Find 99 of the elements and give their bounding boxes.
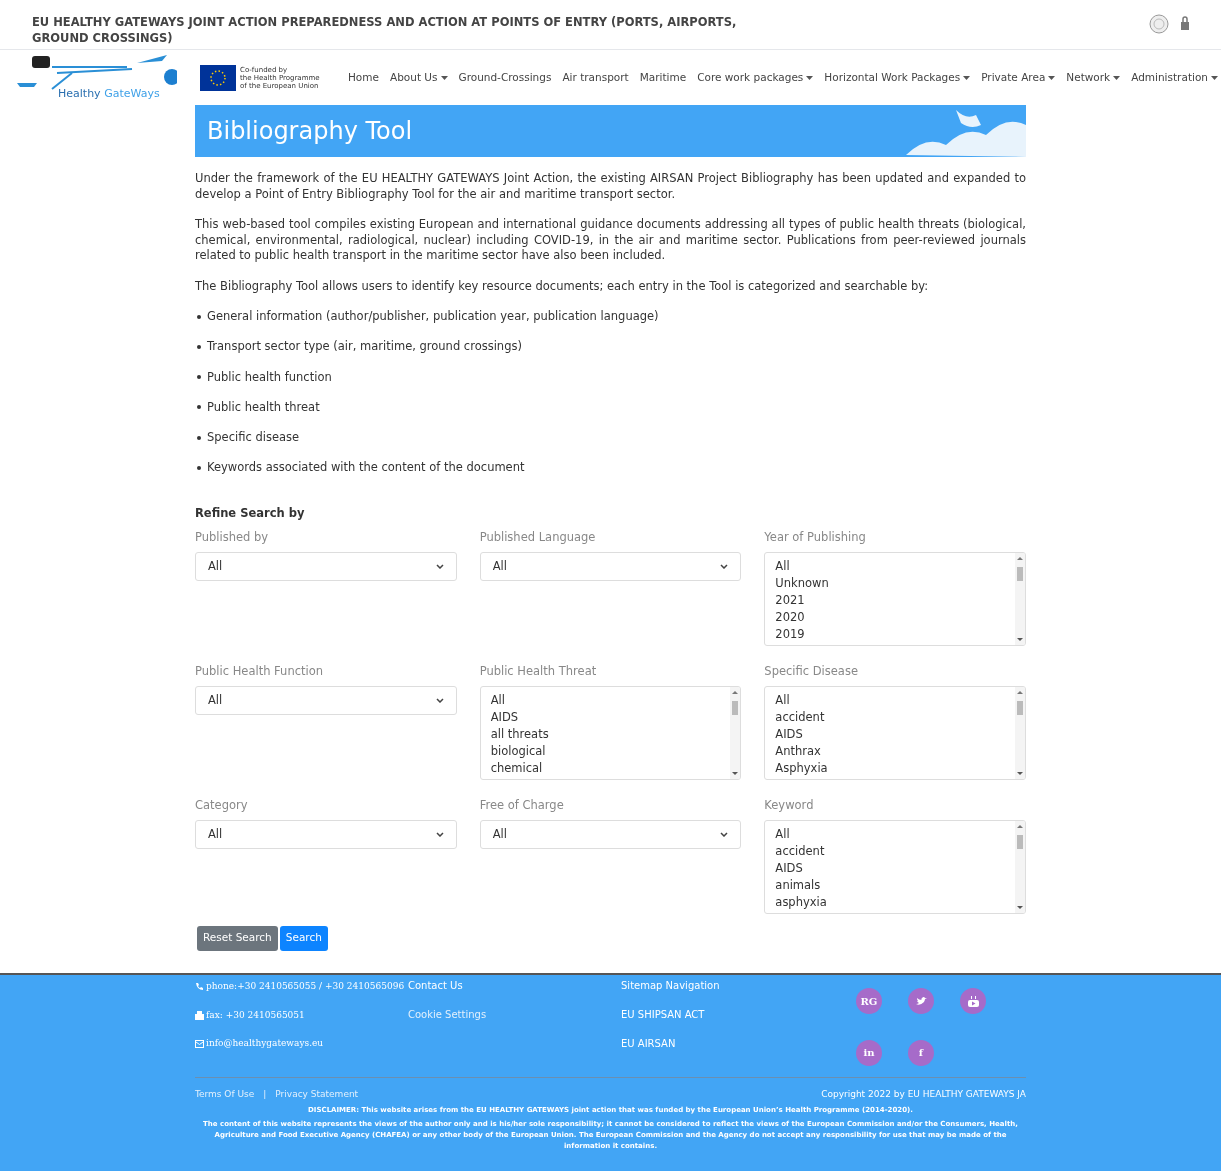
list-option[interactable]: 2019 (775, 625, 1015, 643)
bullet-icon (197, 375, 201, 380)
select-field[interactable]: All (195, 551, 457, 581)
list-option[interactable]: accident (775, 842, 1015, 860)
scrollbar[interactable] (1015, 552, 1025, 645)
list-option[interactable]: All (490, 691, 731, 709)
list-item: Specific disease (207, 429, 300, 446)
list-option[interactable]: Asphyxia (775, 759, 1015, 777)
lock-icon[interactable] (1181, 16, 1189, 32)
nav-link[interactable]: Air transport (562, 69, 629, 86)
nav-link[interactable]: Core work packages (697, 69, 814, 86)
list-option[interactable]: all threats (490, 725, 731, 743)
paragraph: This web-based tool compiles existing European and international guidance documents addressing all types of public health threats (biological, chemical, environmental, radiological, nuclear) including COVID-19, in the air and maritime sector. Publications from peer-reviewed journals related to public health transport in the maritime sector have also been included. (195, 217, 1026, 264)
nav-link[interactable]: Maritime (639, 69, 687, 86)
caret-icon (1048, 75, 1056, 80)
field-label: Specific Disease (764, 663, 859, 678)
list-item: General information (author/publisher, publication year, publication language) (207, 308, 659, 325)
scrollbar[interactable] (1015, 820, 1025, 913)
nav-link[interactable]: Private Area (981, 69, 1056, 86)
field-label: Published by (195, 529, 270, 544)
list-item: Public health threat (207, 398, 320, 416)
list-box[interactable]: All accident AIDS Anthrax Asphyxia (764, 685, 1026, 780)
fax-icon (195, 1010, 204, 1020)
list-option[interactable]: AIDS (490, 708, 731, 726)
list-option[interactable]: asphyxia (775, 893, 1015, 911)
field-label: Keyword (764, 797, 815, 812)
site-title: EU HEALTHY GATEWAYS JOINT ACTION PREPAREDNESS AND ACTION AT POINTS OF ENTRY (PORTS, AIRPORTS, GROUND CROSSINGS) (32, 14, 738, 46)
list-option[interactable]: biological (490, 742, 731, 760)
chevron-down-icon (435, 563, 444, 569)
list-option[interactable]: accident (775, 708, 1015, 726)
field-label: Year of Publishing (764, 529, 867, 544)
field-label: Free of Charge (479, 797, 565, 812)
bullet-icon (197, 314, 201, 319)
contact-text: phone:+30 2410565055 / +30 2410565096 (206, 980, 405, 993)
select-field[interactable]: All (479, 551, 742, 581)
search-button[interactable]: Search (279, 925, 328, 951)
paragraph: The Bibliography Tool allows users to identify key resource documents; each entry in the Tool is categorized and searchable by: (195, 278, 930, 294)
contact-text: fax: +30 2410565051 (206, 1008, 305, 1022)
list-option[interactable]: animals (775, 876, 1015, 894)
chevron-down-icon (720, 831, 729, 837)
chevron-down-icon (720, 563, 729, 569)
separator-text: | (263, 1088, 267, 1101)
nav-link[interactable]: Network (1066, 69, 1121, 86)
envelope-icon (195, 1039, 204, 1048)
field-label: Public Health Function (195, 663, 325, 678)
list-option[interactable]: Anthrax (775, 742, 1015, 760)
page-title: Bibliography Tool (207, 116, 413, 147)
bullet-icon (197, 344, 201, 349)
field-label: Public Health Threat (479, 663, 598, 678)
nav-link[interactable]: Home (347, 69, 379, 86)
nav-link[interactable]: Horizontal Work Packages (824, 69, 971, 86)
list-box[interactable]: All AIDS all threats biological chemical (479, 685, 742, 780)
eu-flag-icon (200, 64, 236, 91)
social-button[interactable]: in (856, 1039, 882, 1066)
social-button[interactable]: RG (856, 988, 882, 1014)
caret-icon (963, 75, 971, 80)
list-option[interactable]: All (775, 691, 1015, 709)
select-field[interactable]: All (479, 819, 742, 849)
nav-link[interactable]: About Us (389, 69, 448, 86)
select-field[interactable]: All (195, 819, 457, 849)
reset-search-button[interactable]: Reset Search (197, 925, 278, 951)
select-field[interactable]: All (195, 685, 457, 715)
bullet-icon (197, 435, 201, 440)
chevron-down-icon (435, 831, 444, 837)
bullet-icon (197, 405, 201, 410)
list-option[interactable]: chemical (490, 759, 731, 777)
caret-icon (1113, 75, 1121, 80)
list-option[interactable]: 2020 (775, 608, 1015, 626)
list-option[interactable]: All (775, 557, 1015, 575)
field-label: Category (195, 797, 249, 812)
list-item: Keywords associated with the content of the document (207, 459, 525, 477)
contact-text: info@healthygateways.eu (206, 1037, 324, 1050)
bird-icon[interactable] (908, 988, 934, 1014)
caret-icon (806, 75, 814, 80)
list-box[interactable]: All accident AIDS animals asphyxia (764, 819, 1026, 914)
section-heading: Refine Search by (195, 504, 306, 522)
nav-link[interactable]: Administration (1131, 69, 1218, 86)
list-option[interactable]: AIDS (775, 725, 1015, 743)
scrollbar[interactable] (730, 686, 741, 779)
social-button[interactable]: f (908, 1039, 934, 1066)
copyright-text: Copyright 2022 by EU HEALTHY GATEWAYS JA (821, 1088, 1026, 1101)
list-option[interactable]: 2021 (775, 591, 1015, 609)
caret-icon (1211, 75, 1218, 80)
paragraph: Under the framework of the EU HEALTHY GATEWAYS Joint Action, the existing AIRSAN Project Bibliography has been updated and expanded to develop a Point of Entry Bibliography Tool for the air and maritime transport sector. (195, 171, 1026, 202)
list-item: Transport sector type (air, maritime, ground crossings) (207, 338, 522, 356)
phone-icon (195, 982, 204, 992)
chevron-down-icon (435, 697, 444, 703)
list-item: Public health function (207, 368, 332, 386)
list-box[interactable]: All Unknown 2021 2020 2019 (764, 551, 1026, 646)
field-label: Published Language (479, 529, 597, 544)
list-option[interactable]: All (775, 825, 1015, 843)
scrollbar[interactable] (1015, 686, 1025, 779)
nav-link[interactable]: Ground-Crossings (458, 69, 552, 86)
logo[interactable]: Healthy GateWays (12, 50, 180, 105)
caret-icon (440, 75, 448, 80)
bullet-icon (197, 465, 201, 470)
list-option[interactable]: Unknown (775, 574, 1015, 592)
video-play-icon[interactable] (960, 988, 986, 1014)
list-option[interactable]: AIDS (775, 859, 1015, 877)
